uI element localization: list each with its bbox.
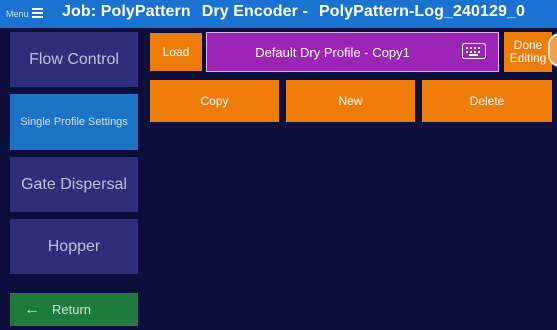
return-label: Return (52, 302, 92, 317)
copy-button[interactable]: Copy (150, 80, 279, 122)
sidebar-item-single-profile-settings[interactable]: Single Profile Settings (10, 94, 138, 150)
new-button[interactable]: New (286, 80, 415, 122)
delete-label: Delete (469, 94, 505, 108)
sidebar: Flow Control Single Profile Settings Gat… (0, 28, 148, 330)
delete-button[interactable]: Delete (422, 80, 552, 122)
return-button[interactable]: ← Return (10, 293, 138, 326)
left-arrow-icon: ← (24, 300, 40, 318)
sidebar-item-label: Gate Dispersal (21, 175, 127, 193)
main-panel: Load Default Dry Profile - Copy1 Done Ed… (148, 28, 557, 330)
menu-label: Menu (6, 9, 29, 19)
load-label: Load (162, 45, 190, 59)
page-title: Job: PolyPattern Dry Encoder - PolyPattern… (62, 3, 536, 21)
new-label: New (338, 94, 363, 108)
sidebar-item-gate-dispersal[interactable]: Gate Dispersal (10, 157, 138, 212)
job-title: Job: PolyPattern (62, 3, 191, 20)
load-button[interactable]: Load (150, 33, 202, 71)
done-editing-button[interactable]: Done Editing (504, 32, 552, 72)
sidebar-item-label: Single Profile Settings (20, 116, 128, 128)
keyboard-icon[interactable] (462, 43, 486, 59)
side-pull-handle[interactable] (548, 33, 557, 67)
log-title: PolyPattern-Log_240129_0 (318, 3, 526, 20)
header-bar: Menu Job: PolyPattern Dry Encoder - PolyPa… (0, 0, 557, 28)
done-label-line2: Editing (509, 51, 547, 65)
copy-label: Copy (200, 94, 229, 108)
sidebar-item-hopper[interactable]: Hopper (10, 219, 138, 274)
sidebar-item-label: Hopper (47, 237, 101, 255)
hamburger-icon (32, 8, 43, 18)
profile-name-field[interactable]: Default Dry Profile - Copy1 (206, 32, 499, 72)
sidebar-item-label: Flow Control (29, 50, 119, 68)
encoder-title: Dry Encoder - (201, 3, 308, 20)
menu-button[interactable]: Menu (6, 3, 54, 25)
sidebar-item-flow-control[interactable]: Flow Control (10, 32, 138, 87)
profile-name-value: Default Dry Profile - Copy1 (255, 45, 410, 60)
app-window: Menu Job: PolyPattern Dry Encoder - PolyPa… (0, 0, 557, 330)
